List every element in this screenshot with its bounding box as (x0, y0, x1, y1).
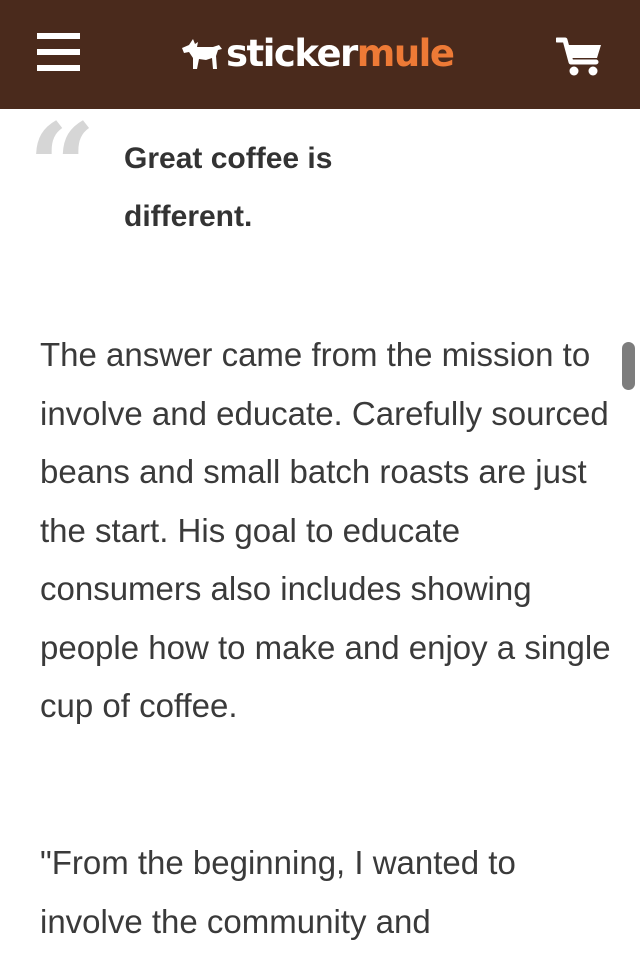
pull-quote: Great coffee is different. (124, 142, 333, 233)
shopping-cart-icon[interactable] (554, 36, 604, 78)
top-nav-bar: stickermule (0, 0, 640, 109)
stickermule-logo[interactable]: stickermule (180, 28, 455, 78)
menu-line (37, 33, 80, 39)
brand-name-part2: mule (356, 31, 455, 75)
article-paragraph: The answer came from the mission to invo… (40, 336, 611, 724)
quote-mark-icon: “ (28, 97, 96, 236)
menu-line (37, 65, 80, 71)
brand-name-part1: sticker (226, 31, 358, 75)
menu-line (37, 49, 80, 55)
scrollbar-thumb[interactable] (622, 342, 635, 390)
hamburger-menu-icon[interactable] (37, 30, 81, 74)
mule-icon (182, 39, 222, 69)
brand-wordmark: stickermule (226, 31, 455, 75)
article-paragraph: "From the beginning, I wanted to involve… (40, 844, 516, 940)
